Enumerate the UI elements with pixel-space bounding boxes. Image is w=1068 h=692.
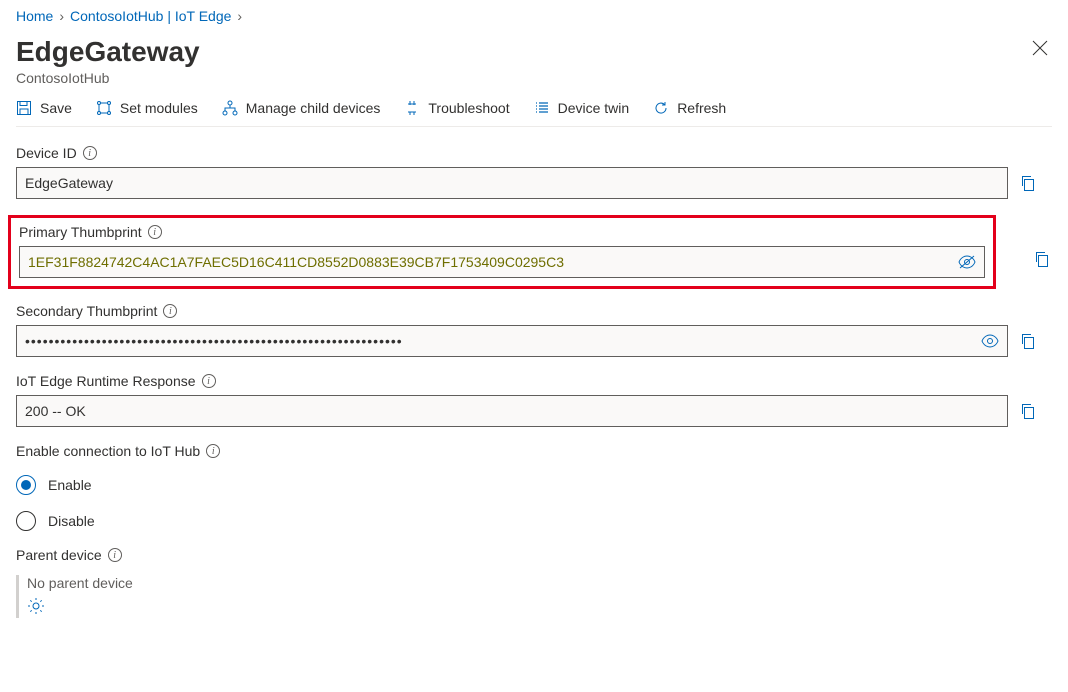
- device-twin-button[interactable]: Device twin: [534, 100, 630, 116]
- manage-children-button[interactable]: Manage child devices: [222, 100, 381, 116]
- manage-children-label: Manage child devices: [246, 100, 381, 116]
- copy-icon: [1020, 403, 1036, 419]
- save-icon: [16, 100, 32, 116]
- disable-radio[interactable]: Disable: [16, 511, 1052, 531]
- copy-device-id-button[interactable]: [1020, 175, 1038, 191]
- secondary-thumbprint-label: Secondary Thumbprint: [16, 303, 157, 319]
- list-icon: [534, 100, 550, 116]
- device-id-label: Device ID: [16, 145, 77, 161]
- troubleshoot-button[interactable]: Troubleshoot: [404, 100, 509, 116]
- device-id-value: EdgeGateway: [25, 175, 999, 191]
- eye-icon: [981, 334, 999, 348]
- runtime-response-input[interactable]: 200 -- OK: [16, 395, 1008, 427]
- info-icon[interactable]: i: [202, 374, 216, 388]
- parent-device-value: No parent device: [27, 575, 1052, 591]
- radio-unselected-icon: [16, 511, 36, 531]
- set-modules-label: Set modules: [120, 100, 198, 116]
- info-icon[interactable]: i: [83, 146, 97, 160]
- refresh-button[interactable]: Refresh: [653, 100, 726, 116]
- copy-runtime-response-button[interactable]: [1020, 403, 1038, 419]
- copy-secondary-thumbprint-button[interactable]: [1020, 333, 1038, 349]
- enable-connection-label: Enable connection to IoT Hub: [16, 443, 200, 459]
- save-label: Save: [40, 100, 72, 116]
- parent-device-label: Parent device: [16, 547, 102, 563]
- toolbar: Save Set modules Manage child devices Tr…: [16, 86, 1052, 127]
- secondary-thumbprint-input[interactable]: ••••••••••••••••••••••••••••••••••••••••…: [16, 325, 1008, 357]
- primary-thumbprint-input[interactable]: 1EF31F8824742C4AC1A7FAEC5D16C411CD8552D0…: [19, 246, 985, 278]
- runtime-response-value: 200 -- OK: [25, 403, 999, 419]
- hierarchy-icon: [222, 100, 238, 116]
- troubleshoot-label: Troubleshoot: [428, 100, 509, 116]
- wrench-icon: [404, 100, 420, 116]
- copy-icon: [1034, 251, 1050, 267]
- page-subtitle: ContosoIotHub: [16, 70, 200, 86]
- copy-icon: [1020, 333, 1036, 349]
- device-twin-label: Device twin: [558, 100, 630, 116]
- save-button[interactable]: Save: [16, 100, 72, 116]
- enable-radio-label: Enable: [48, 477, 92, 493]
- configure-parent-button[interactable]: [27, 597, 45, 615]
- enable-radio[interactable]: Enable: [16, 475, 1052, 495]
- device-id-input[interactable]: EdgeGateway: [16, 167, 1008, 199]
- primary-thumbprint-label: Primary Thumbprint: [19, 224, 142, 240]
- runtime-response-label: IoT Edge Runtime Response: [16, 373, 196, 389]
- copy-icon: [1020, 175, 1036, 191]
- info-icon[interactable]: i: [163, 304, 177, 318]
- radio-selected-icon: [16, 475, 36, 495]
- info-icon[interactable]: i: [206, 444, 220, 458]
- refresh-icon: [653, 100, 669, 116]
- breadcrumb: Home › ContosoIotHub | IoT Edge ›: [16, 4, 1052, 32]
- copy-primary-thumbprint-button[interactable]: [1034, 251, 1052, 267]
- disable-radio-label: Disable: [48, 513, 95, 529]
- refresh-label: Refresh: [677, 100, 726, 116]
- breadcrumb-hub[interactable]: ContosoIotHub | IoT Edge: [70, 8, 231, 24]
- info-icon[interactable]: i: [148, 225, 162, 239]
- breadcrumb-sep-icon: ›: [59, 8, 64, 24]
- gear-icon: [27, 597, 45, 615]
- breadcrumb-home[interactable]: Home: [16, 8, 53, 24]
- close-icon[interactable]: [1032, 36, 1052, 61]
- hide-primary-thumbprint-button[interactable]: [950, 255, 976, 269]
- info-icon[interactable]: i: [108, 548, 122, 562]
- show-secondary-thumbprint-button[interactable]: [973, 334, 999, 348]
- eye-off-icon: [958, 255, 976, 269]
- set-modules-button[interactable]: Set modules: [96, 100, 198, 116]
- breadcrumb-sep-icon: ›: [237, 8, 242, 24]
- primary-thumbprint-value: 1EF31F8824742C4AC1A7FAEC5D16C411CD8552D0…: [28, 254, 950, 270]
- secondary-thumbprint-value: ••••••••••••••••••••••••••••••••••••••••…: [25, 333, 973, 349]
- modules-icon: [96, 100, 112, 116]
- page-title: EdgeGateway: [16, 36, 200, 68]
